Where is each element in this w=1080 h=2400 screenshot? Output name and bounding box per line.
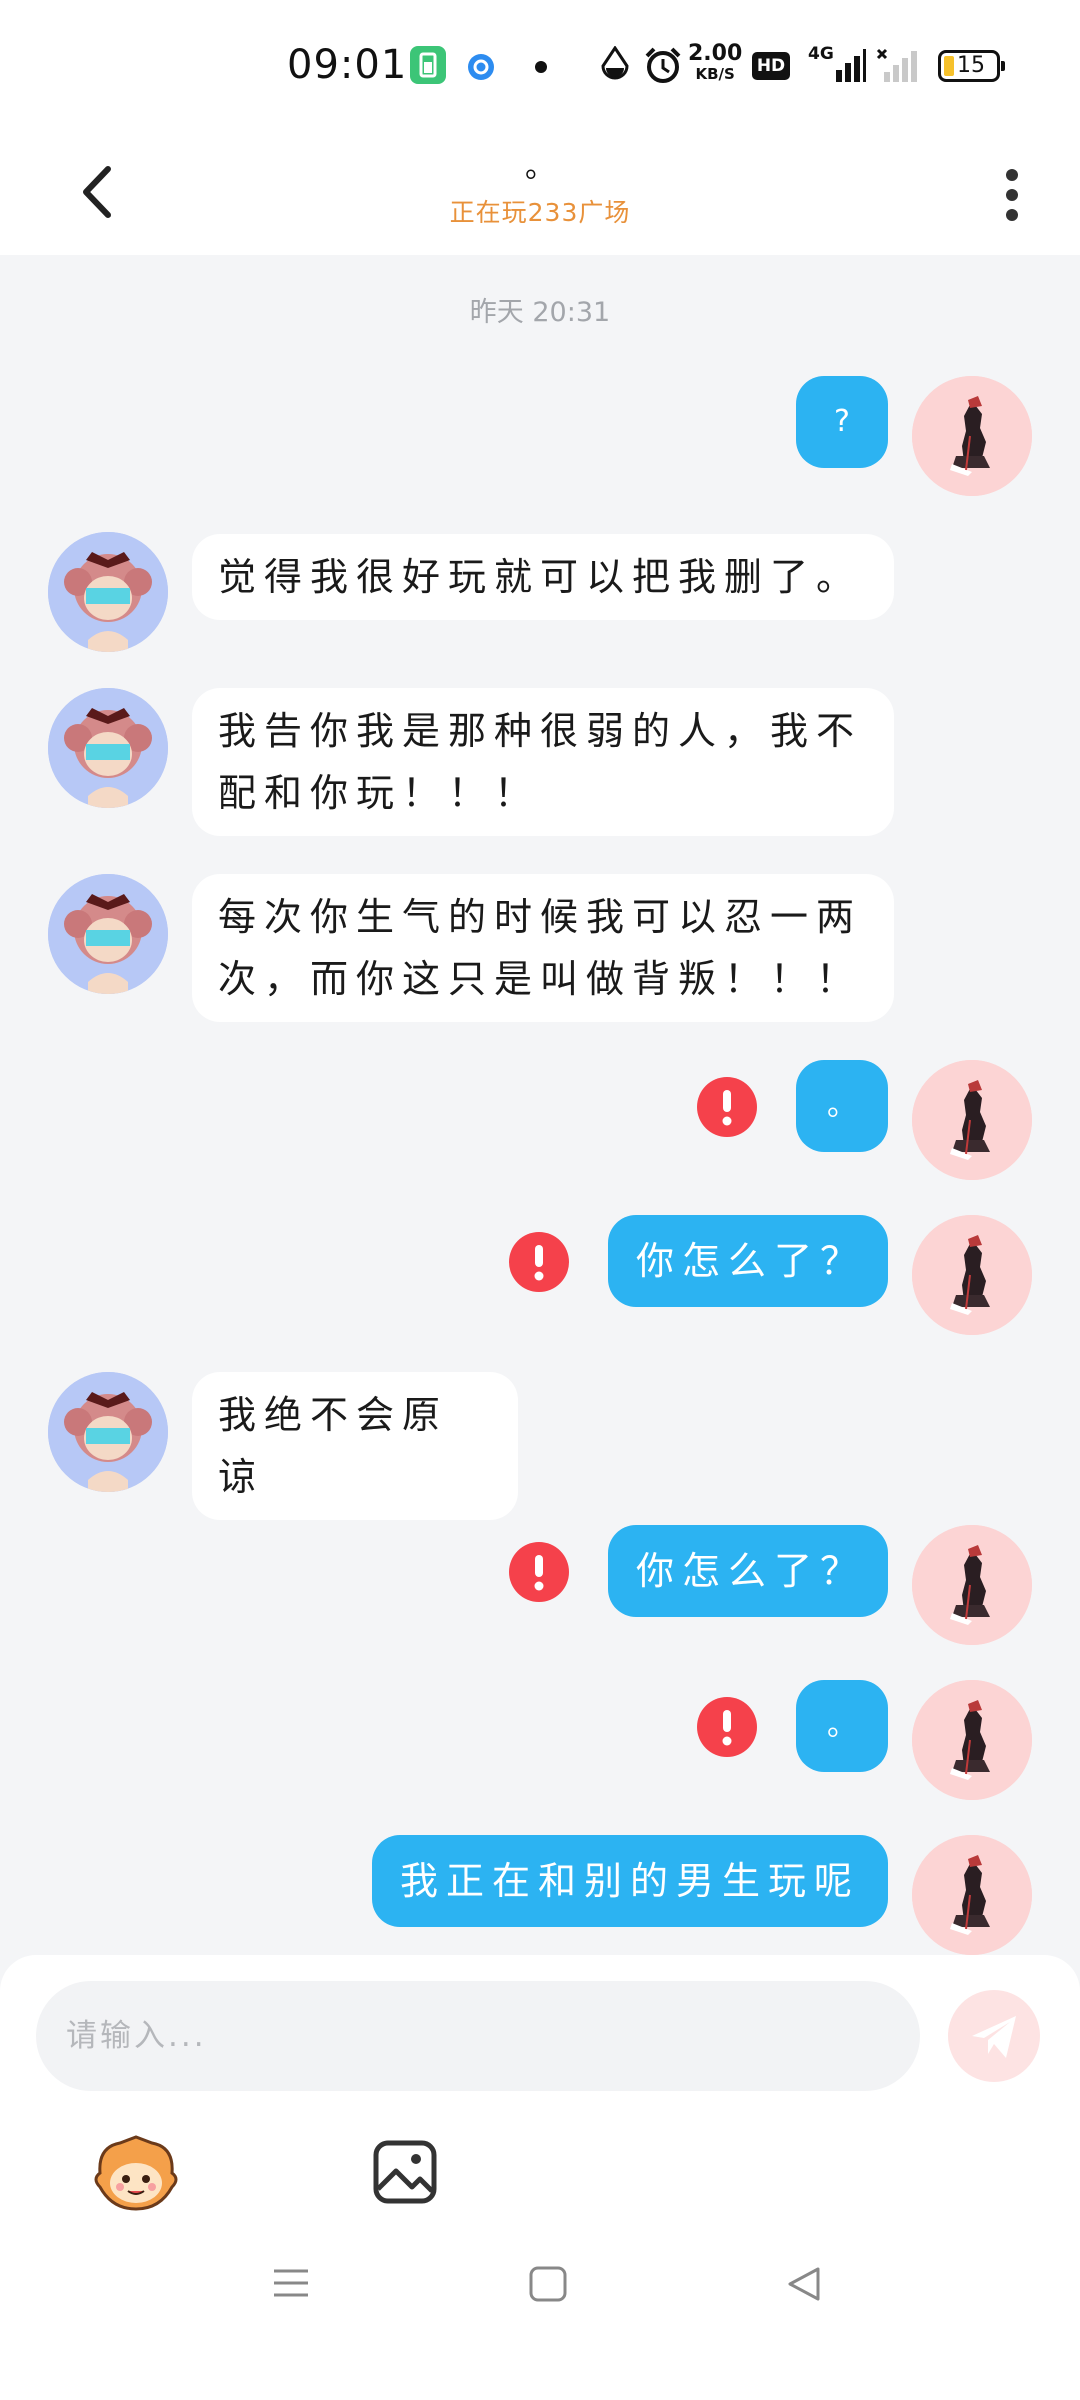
alarm-icon	[645, 47, 681, 83]
message-bubble-received[interactable]: 每次你生气的时候我可以忍一两次，而你这只是叫做背叛！！！	[192, 874, 894, 1022]
home-nav-button[interactable]	[528, 2265, 568, 2303]
message-text: 。	[827, 1088, 857, 1123]
send-failed-error-icon[interactable]	[696, 1076, 758, 1138]
my-avatar[interactable]	[912, 376, 1032, 496]
contact-avatar[interactable]	[48, 532, 168, 652]
message-bubble-sent[interactable]: 我正在和别的男生玩呢	[372, 1835, 888, 1927]
send-failed-error-icon[interactable]	[508, 1231, 570, 1293]
message-bubble-sent[interactable]: 你怎么了？	[608, 1215, 888, 1307]
battery-level: 15	[957, 53, 985, 78]
contact-avatar[interactable]	[48, 874, 168, 994]
message-bubble-sent[interactable]: 。	[796, 1680, 888, 1772]
signal-strength-icon	[836, 49, 866, 82]
message-text: 我告你我是那种很弱的人，我不配和你玩！！！	[218, 709, 863, 815]
chat-subtitle-status: 正在玩233广场	[449, 198, 631, 227]
message-bubble-received[interactable]: 我告你我是那种很弱的人，我不配和你玩！！！	[192, 688, 894, 836]
my-avatar[interactable]	[912, 1680, 1032, 1800]
data-saver-icon	[601, 46, 629, 80]
message-text: 你怎么了？	[636, 1549, 867, 1593]
my-avatar[interactable]	[912, 1525, 1032, 1645]
network-speed-value: 2.00	[688, 41, 743, 66]
battery-icon: 15	[938, 50, 1005, 82]
message-text: 我正在和别的男生玩呢	[400, 1859, 861, 1903]
send-icon	[972, 2016, 1016, 2058]
notification-dot-icon	[535, 61, 547, 73]
message-text: 觉得我很好玩就可以把我删了。	[218, 555, 863, 599]
chat-header: 。 正在玩233广场	[0, 135, 1080, 255]
network-speed-unit: KB/S	[695, 65, 735, 83]
my-avatar[interactable]	[912, 1835, 1032, 1955]
message-text: 我绝不会原谅	[218, 1393, 449, 1499]
contact-avatar[interactable]	[48, 1372, 168, 1492]
message-text: 你怎么了？	[636, 1239, 867, 1283]
message-text: 每次你生气的时候我可以忍一两次，而你这只是叫做背叛！！！	[218, 895, 863, 1001]
message-bubble-received[interactable]: 觉得我很好玩就可以把我删了。	[192, 534, 894, 620]
image-picker-button[interactable]	[372, 2139, 438, 2205]
message-text: 。	[827, 1708, 857, 1743]
message-bubble-sent[interactable]: 。	[796, 1060, 888, 1152]
message-bubble-sent[interactable]: 你怎么了？	[608, 1525, 888, 1617]
send-button[interactable]	[948, 1990, 1040, 2082]
menu-nav-button[interactable]	[270, 2265, 312, 2301]
status-bar: 09:01 2.00 KB/S HD 4G 15	[0, 0, 1080, 135]
more-options-button[interactable]	[990, 155, 1034, 235]
message-text: ?	[834, 404, 850, 439]
message-input[interactable]	[36, 1981, 920, 2091]
battery-saver-icon	[410, 46, 446, 84]
hd-icon: HD	[752, 52, 790, 80]
back-nav-button[interactable]	[784, 2265, 824, 2303]
message-bubble-received[interactable]: 我绝不会原谅	[192, 1372, 518, 1520]
message-timestamp: 昨天 20:31	[469, 297, 611, 328]
app-notification-icon	[468, 54, 494, 80]
my-avatar[interactable]	[912, 1060, 1032, 1180]
network-speed: 2.00 KB/S	[688, 41, 743, 84]
no-signal-sim2-icon	[876, 48, 917, 82]
hd-label: HD	[756, 56, 786, 76]
chat-title: 。	[525, 150, 555, 185]
mascot-emoji-button[interactable]	[90, 2133, 182, 2213]
contact-avatar[interactable]	[48, 688, 168, 808]
message-bubble-sent[interactable]: ?	[796, 376, 888, 468]
send-failed-error-icon[interactable]	[696, 1696, 758, 1758]
composer-panel	[0, 1955, 1080, 2400]
status-time: 09:01	[287, 42, 408, 88]
send-failed-error-icon[interactable]	[508, 1541, 570, 1603]
my-avatar[interactable]	[912, 1215, 1032, 1335]
